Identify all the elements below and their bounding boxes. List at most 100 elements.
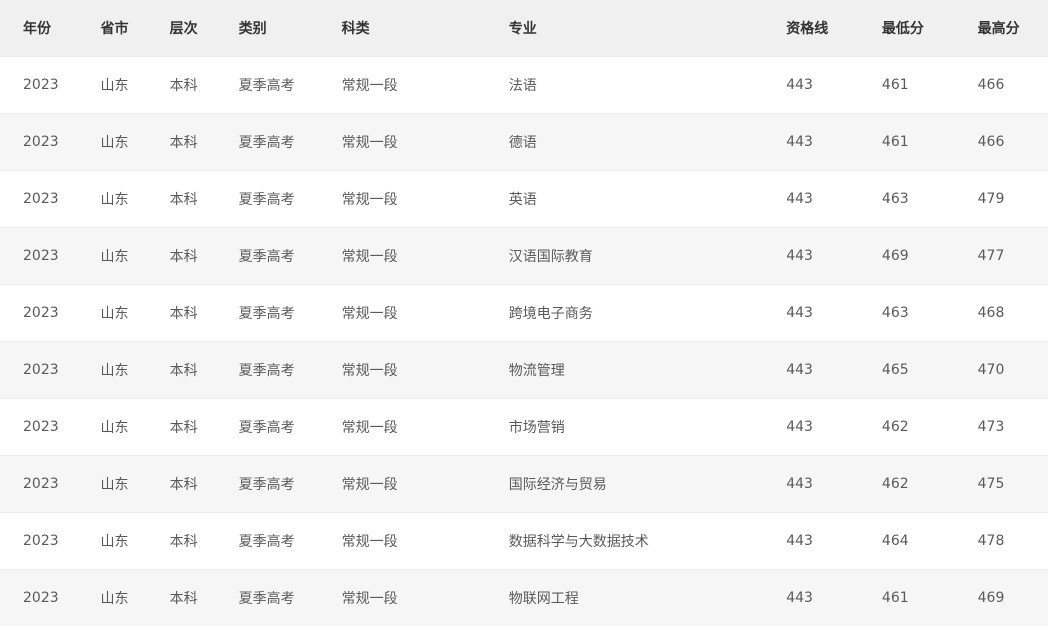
cell-max-score: 475 [954,455,1048,513]
cell-level: 本科 [146,569,216,626]
cell-major: 法语 [485,56,764,114]
cell-year: 2023 [0,56,78,114]
column-header-qualification-line: 资格线 [763,0,859,57]
cell-category: 夏季高考 [215,170,319,228]
cell-major: 数据科学与大数据技术 [485,512,764,570]
cell-subject: 常规一段 [318,170,486,228]
cell-province: 山东 [77,56,147,114]
cell-qualification-line: 443 [763,284,859,342]
cell-level: 本科 [146,512,216,570]
cell-subject: 常规一段 [318,227,486,285]
cell-major: 物流管理 [485,341,764,399]
column-header-category: 类别 [215,0,319,57]
column-header-max-score: 最高分 [954,0,1048,57]
cell-qualification-line: 443 [763,170,859,228]
cell-category: 夏季高考 [215,341,319,399]
cell-min-score: 463 [858,284,955,342]
cell-min-score: 461 [858,56,955,114]
cell-min-score: 461 [858,113,955,171]
cell-min-score: 461 [858,569,955,626]
cell-max-score: 473 [954,398,1048,456]
cell-category: 夏季高考 [215,569,319,626]
cell-qualification-line: 443 [763,227,859,285]
cell-year: 2023 [0,341,78,399]
cell-subject: 常规一段 [318,455,486,513]
cell-level: 本科 [146,341,216,399]
cell-category: 夏季高考 [215,113,319,171]
cell-level: 本科 [146,113,216,171]
cell-min-score: 469 [858,227,955,285]
table-header-row: 年份 省市 层次 类别 科类 专业 资格线 最低分 最高分 [0,0,1048,57]
cell-max-score: 478 [954,512,1048,570]
cell-province: 山东 [77,341,147,399]
cell-province: 山东 [77,512,147,570]
cell-max-score: 466 [954,56,1048,114]
table-row: 2023 山东 本科 夏季高考 常规一段 国际经济与贸易 443 462 475 [0,455,1048,513]
cell-level: 本科 [146,284,216,342]
table-row: 2023 山东 本科 夏季高考 常规一段 数据科学与大数据技术 443 464 478 [0,512,1048,570]
cell-qualification-line: 443 [763,113,859,171]
cell-year: 2023 [0,170,78,228]
cell-min-score: 462 [858,455,955,513]
cell-province: 山东 [77,227,147,285]
column-header-level: 层次 [146,0,216,57]
cell-level: 本科 [146,170,216,228]
cell-qualification-line: 443 [763,512,859,570]
cell-subject: 常规一段 [318,113,486,171]
cell-year: 2023 [0,227,78,285]
cell-level: 本科 [146,227,216,285]
cell-major: 市场营销 [485,398,764,456]
cell-max-score: 469 [954,569,1048,626]
cell-year: 2023 [0,512,78,570]
cell-major: 物联网工程 [485,569,764,626]
cell-major: 德语 [485,113,764,171]
cell-category: 夏季高考 [215,398,319,456]
cell-min-score: 463 [858,170,955,228]
cell-subject: 常规一段 [318,341,486,399]
cell-province: 山东 [77,170,147,228]
cell-category: 夏季高考 [215,284,319,342]
cell-category: 夏季高考 [215,455,319,513]
column-header-min-score: 最低分 [858,0,955,57]
table-row: 2023 山东 本科 夏季高考 常规一段 跨境电子商务 443 463 468 [0,284,1048,342]
table-row: 2023 山东 本科 夏季高考 常规一段 英语 443 463 479 [0,170,1048,228]
cell-level: 本科 [146,398,216,456]
cell-category: 夏季高考 [215,56,319,114]
cell-province: 山东 [77,284,147,342]
cell-subject: 常规一段 [318,284,486,342]
table-row: 2023 山东 本科 夏季高考 常规一段 法语 443 461 466 [0,56,1048,114]
cell-qualification-line: 443 [763,398,859,456]
cell-subject: 常规一段 [318,398,486,456]
cell-level: 本科 [146,56,216,114]
table-body: 2023 山东 本科 夏季高考 常规一段 法语 443 461 466 2023 山东 本科 夏季高考常… [0,56,1048,626]
cell-level: 本科 [146,455,216,513]
column-header-year: 年份 [0,0,78,57]
cell-min-score: 462 [858,398,955,456]
cell-year: 2023 [0,284,78,342]
column-header-subject: 科类 [318,0,486,57]
cell-max-score: 466 [954,113,1048,171]
cell-max-score: 468 [954,284,1048,342]
table-row: 2023 山东 本科 夏季高考 常规一段 物流管理 443 465 470 [0,341,1048,399]
cell-major: 国际经济与贸易 [485,455,764,513]
cell-category: 夏季高考 [215,227,319,285]
table-row: 2023 山东 本科 夏季高考 常规一段 德语 443 461 466 [0,113,1048,171]
cell-province: 山东 [77,113,147,171]
cell-qualification-line: 443 [763,569,859,626]
table-row: 2023 山东 本科 夏季高考 常规一段 物联网工程 443 461 469 [0,569,1048,626]
cell-min-score: 464 [858,512,955,570]
cell-province: 山东 [77,569,147,626]
cell-qualification-line: 443 [763,56,859,114]
cell-subject: 常规一段 [318,569,486,626]
table-row: 2023 山东 本科 夏季高考 常规一段 市场营销 443 462 473 [0,398,1048,456]
cell-major: 跨境电子商务 [485,284,764,342]
cell-max-score: 477 [954,227,1048,285]
cell-year: 2023 [0,113,78,171]
cell-max-score: 479 [954,170,1048,228]
cell-year: 2023 [0,398,78,456]
cell-max-score: 470 [954,341,1048,399]
cell-subject: 常规一段 [318,56,486,114]
cell-year: 2023 [0,455,78,513]
cell-qualification-line: 443 [763,455,859,513]
cell-province: 山东 [77,455,147,513]
